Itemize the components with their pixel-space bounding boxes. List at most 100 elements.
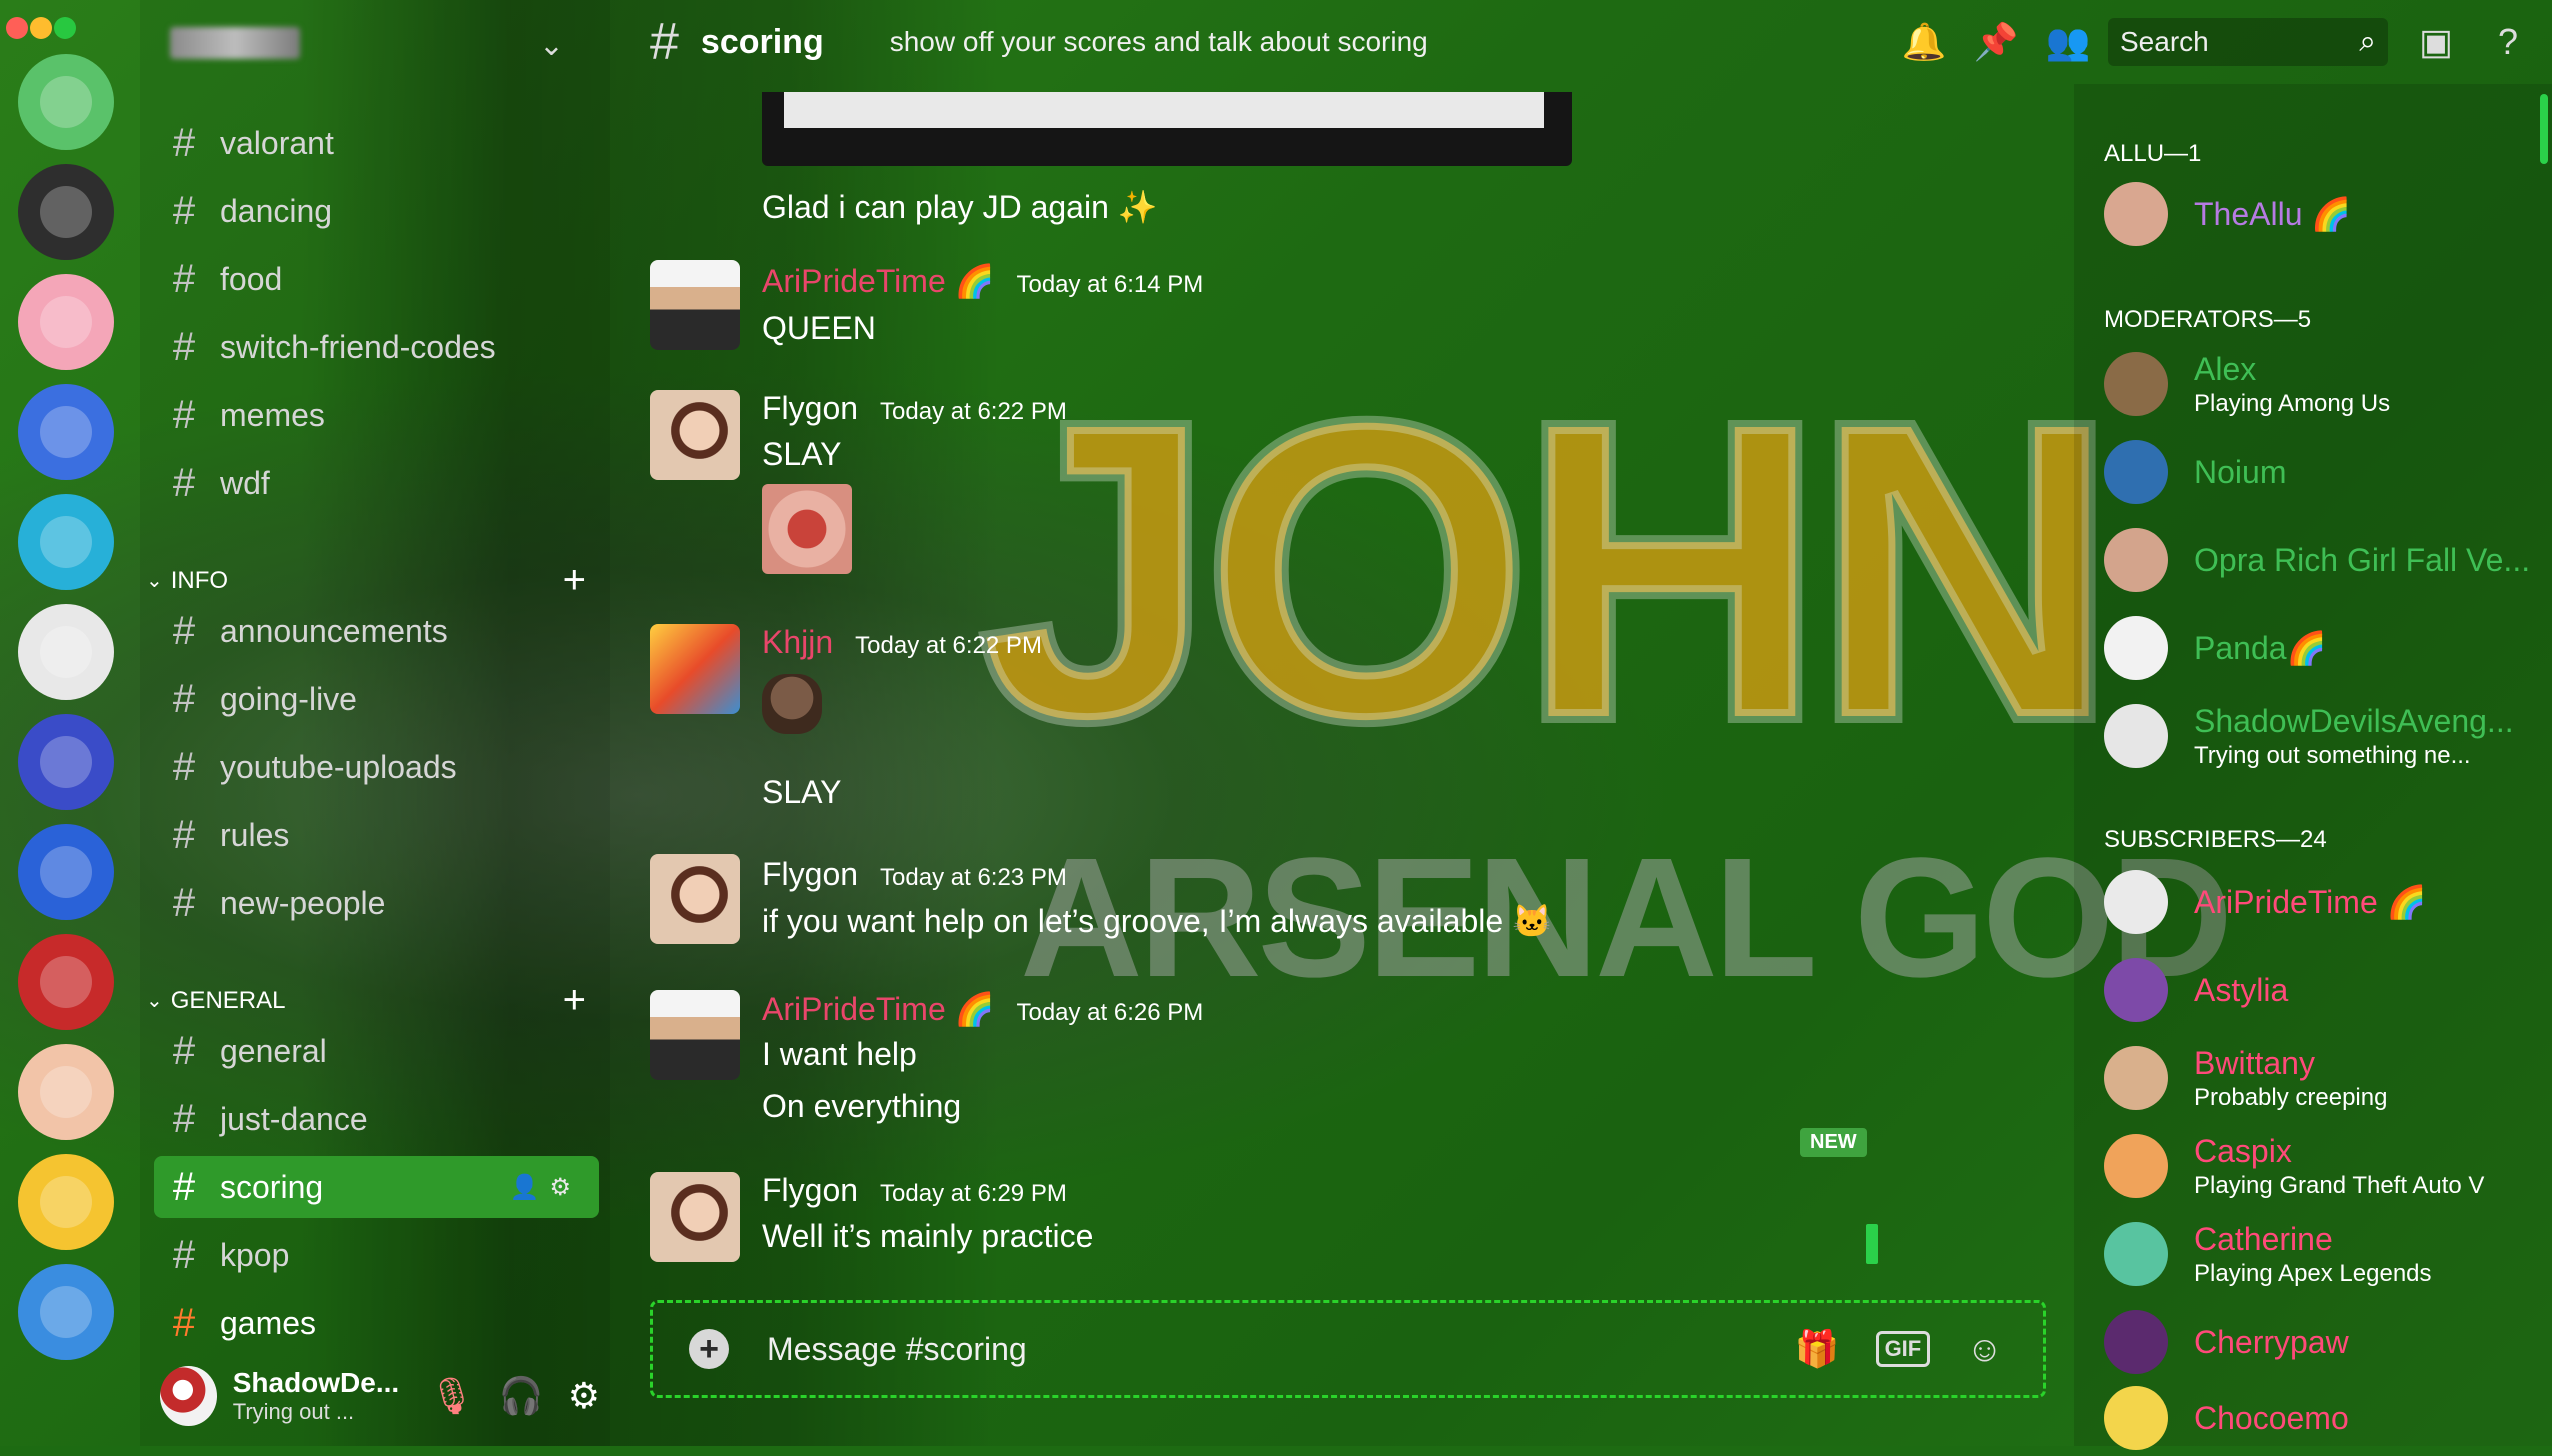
member-item[interactable]: TheAllu 🌈 — [2104, 176, 2544, 252]
member-item[interactable]: Alex Playing Among Us — [2104, 346, 2544, 422]
member-item[interactable]: ShadowDevilsAveng... Trying out something… — [2104, 698, 2544, 774]
user-status: Trying out ... — [232, 1399, 355, 1424]
server-icon-2[interactable] — [18, 164, 114, 260]
server-icon-4[interactable] — [18, 384, 114, 480]
gif-icon[interactable]: GIF — [1875, 1331, 1931, 1367]
avatar[interactable] — [650, 390, 740, 480]
emoji-icon[interactable]: ☺ — [1966, 1328, 2003, 1370]
member-item[interactable]: Cherrypaw — [2104, 1304, 2544, 1380]
sticker-image[interactable] — [762, 674, 822, 734]
maximize-window-button[interactable] — [54, 17, 76, 39]
hash-icon: # — [172, 324, 196, 369]
server-icon-3[interactable] — [18, 274, 114, 370]
channel-new-people[interactable]: # new-people — [154, 872, 599, 934]
avatar[interactable] — [160, 1366, 217, 1426]
avatar[interactable] — [650, 260, 740, 350]
channel-switch-friend-codes[interactable]: # switch-friend-codes — [154, 316, 599, 378]
server-icon-5[interactable] — [18, 494, 114, 590]
headphones-icon[interactable]: 🎧 — [499, 1375, 544, 1417]
server-icon-7[interactable] — [18, 714, 114, 810]
server-icon-12[interactable] — [18, 1264, 114, 1360]
pin-icon[interactable]: 📌 — [1972, 18, 2020, 66]
mute-mic-icon[interactable]: 🎙 — [429, 1375, 475, 1417]
member-group-header: MODERATORS—5 — [2104, 306, 2312, 333]
channel-memes[interactable]: # memes — [154, 384, 599, 446]
channel-announcements[interactable]: # announcements — [154, 600, 599, 662]
channel-food[interactable]: # food — [154, 248, 599, 310]
member-item[interactable]: Opra Rich Girl Fall Ve... — [2104, 522, 2544, 598]
message-list: Glad i can play JD again ✨ AriPrideTime … — [610, 84, 2070, 1274]
member-item[interactable]: AriPrideTime 🌈 — [2104, 864, 2544, 940]
server-header[interactable]: ⌄ — [170, 20, 570, 66]
server-name-redacted — [170, 27, 300, 59]
chevron-down-icon: ⌄ — [146, 990, 163, 1012]
add-channel-icon[interactable]: + — [563, 558, 586, 603]
message-author[interactable]: AriPrideTime 🌈 — [762, 262, 994, 300]
message-composer[interactable]: + Message #scoring 🎁 GIF ☺ — [650, 1300, 2046, 1398]
add-attachment-icon[interactable]: + — [689, 1329, 729, 1369]
invite-icon[interactable]: 👤 — [510, 1174, 550, 1201]
minimize-window-button[interactable] — [30, 17, 52, 39]
avatar — [2104, 704, 2168, 768]
channel-scoring[interactable]: # scoring 👤⚙ — [154, 1156, 599, 1218]
channel-games[interactable]: # games — [154, 1292, 599, 1354]
category-info[interactable]: ⌄ INFO + — [146, 558, 586, 603]
avatar[interactable] — [650, 990, 740, 1080]
channel-rules[interactable]: # rules — [154, 804, 599, 866]
channel-wdf[interactable]: # wdf — [154, 452, 599, 514]
avatar[interactable] — [650, 1172, 740, 1262]
channel-dancing[interactable]: # dancing — [154, 180, 599, 242]
server-icon-1[interactable] — [18, 54, 114, 150]
server-icon-8[interactable] — [18, 824, 114, 920]
channel-youtube-uploads[interactable]: # youtube-uploads — [154, 736, 599, 798]
message-author[interactable]: Flygon — [762, 1172, 858, 1209]
message-author[interactable]: Flygon — [762, 856, 858, 893]
avatar[interactable] — [650, 854, 740, 944]
gift-icon[interactable]: 🎁 — [1795, 1328, 1840, 1370]
help-icon[interactable]: ? — [2484, 18, 2532, 66]
message-input[interactable]: Message #scoring — [767, 1331, 1027, 1368]
member-group-header: SUBSCRIBERS—24 — [2104, 826, 2327, 853]
gear-icon[interactable]: ⚙ — [549, 1174, 581, 1201]
member-item[interactable]: Caspix Playing Grand Theft Auto V — [2104, 1128, 2544, 1204]
message-author[interactable]: Khjjn — [762, 624, 833, 661]
scrollbar-thumb[interactable] — [1866, 1224, 1878, 1264]
timestamp: Today at 6:22 PM — [855, 632, 1042, 659]
hash-icon: # — [172, 120, 196, 165]
member-item[interactable]: Noium — [2104, 434, 2544, 510]
channel-general[interactable]: # general — [154, 1020, 599, 1082]
chevron-down-icon[interactable]: ⌄ — [539, 28, 564, 63]
member-item[interactable]: Catherine Playing Apex Legends — [2104, 1216, 2544, 1292]
channel-topic[interactable]: show off your scores and talk about scor… — [890, 26, 1428, 58]
member-item[interactable]: Astylia — [2104, 952, 2544, 1028]
server-icon-10[interactable] — [18, 1044, 114, 1140]
member-item[interactable]: Panda🌈 — [2104, 610, 2544, 686]
channel-going-live[interactable]: # going-live — [154, 668, 599, 730]
category-general[interactable]: ⌄ GENERAL + — [146, 978, 586, 1023]
avatar — [2104, 1386, 2168, 1450]
server-icon-11[interactable] — [18, 1154, 114, 1250]
message-author[interactable]: AriPrideTime 🌈 — [762, 990, 994, 1028]
bell-icon[interactable]: 🔔 — [1900, 18, 1948, 66]
scrollbar-thumb[interactable] — [2540, 94, 2548, 164]
hash-icon: # — [172, 188, 196, 233]
member-item[interactable]: Chocoemo — [2104, 1380, 2544, 1456]
sticker-image[interactable] — [762, 484, 852, 574]
channel-just-dance[interactable]: # just-dance — [154, 1088, 599, 1150]
add-channel-icon[interactable]: + — [563, 978, 586, 1023]
gear-icon[interactable]: ⚙ — [568, 1375, 600, 1417]
new-messages-badge[interactable]: NEW — [1800, 1128, 1867, 1157]
avatar[interactable] — [650, 624, 740, 714]
server-icon-6[interactable] — [18, 604, 114, 700]
avatar — [2104, 1222, 2168, 1286]
image-attachment[interactable] — [762, 92, 1572, 166]
close-window-button[interactable] — [6, 17, 28, 39]
server-icon-9[interactable] — [18, 934, 114, 1030]
search-input[interactable]: Search ⌕ — [2108, 18, 2388, 66]
message-author[interactable]: Flygon — [762, 390, 858, 427]
channel-valorant[interactable]: # valorant — [154, 112, 599, 174]
members-icon[interactable]: 👥 — [2044, 18, 2092, 66]
inbox-icon[interactable]: ▣ — [2412, 18, 2460, 66]
channel-kpop[interactable]: # kpop — [154, 1224, 599, 1286]
member-item[interactable]: Bwittany Probably creeping — [2104, 1040, 2544, 1116]
